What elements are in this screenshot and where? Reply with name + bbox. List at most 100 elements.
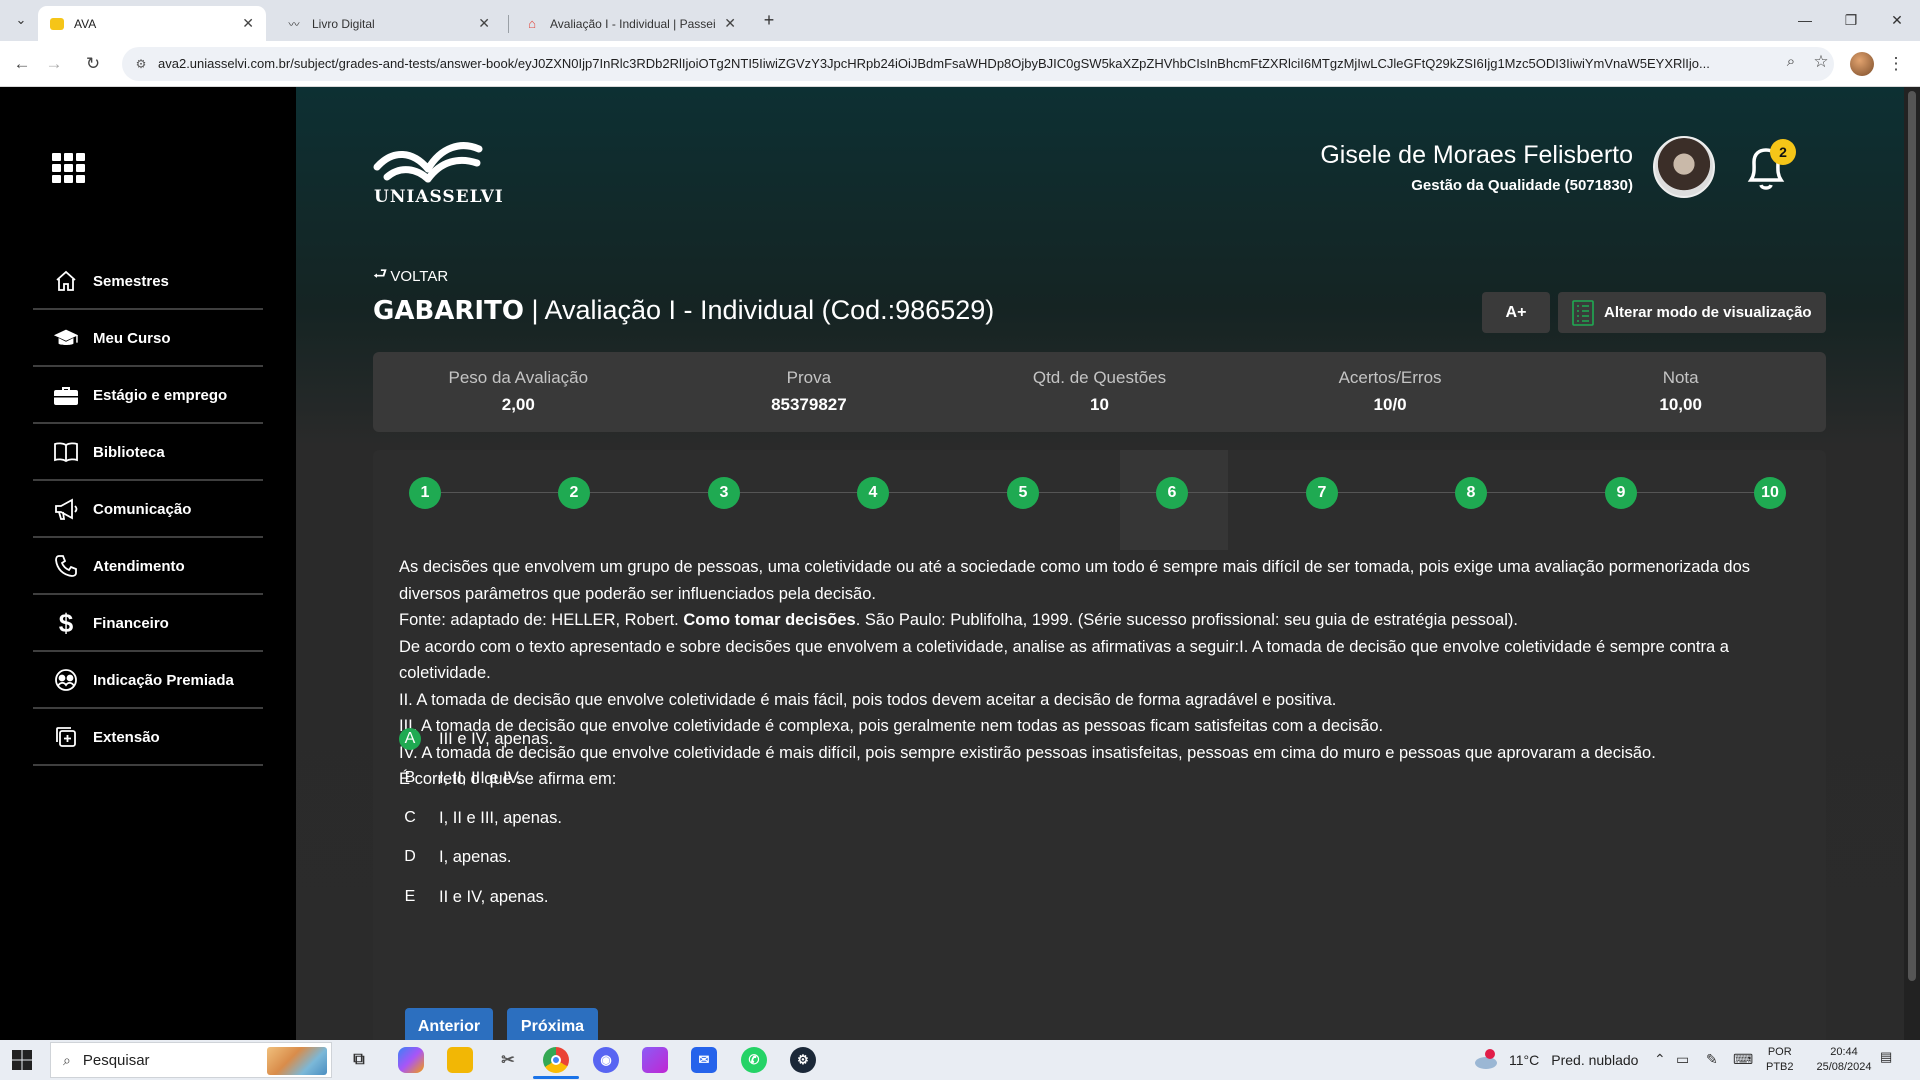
file-explorer-icon[interactable] [447, 1047, 473, 1073]
question-step-1[interactable]: 1 [409, 477, 441, 509]
option-c[interactable]: C I, II e III, apenas. [399, 803, 562, 833]
reload-icon[interactable]: ↻ [79, 50, 107, 78]
summary-exam: Prova 85379827 [664, 352, 955, 432]
option-a[interactable]: A III e IV, apenas. [399, 724, 553, 754]
sidebar-item-financeiro[interactable]: $ Financeiro [33, 596, 263, 652]
sidebar-item-indicacao[interactable]: Indicação Premiada [33, 653, 263, 709]
sidebar-item-estagio[interactable]: Estágio e emprego [33, 368, 263, 424]
site-info-icon[interactable]: ⚙ [133, 56, 149, 72]
question-step-4[interactable]: 4 [857, 477, 889, 509]
windows-start-icon[interactable] [10, 1048, 34, 1072]
course-name: Gestão da Qualidade (5071830) [1411, 177, 1633, 194]
back-link[interactable]: ⮐ VOLTAR [373, 263, 448, 290]
briefcase-icon [53, 382, 79, 408]
url-text[interactable]: ava2.uniasselvi.com.br/subject/grades-an… [158, 56, 1778, 71]
tab-passei-direto[interactable]: ⌂ Avaliação I - Individual | Passei Di ✕ [512, 6, 748, 41]
option-letter: E [404, 888, 416, 905]
tab-ava[interactable]: AVA ✕ [38, 6, 266, 41]
avatar[interactable] [1653, 136, 1715, 198]
home-icon [53, 268, 79, 294]
monitor-icon[interactable]: ▭ [1676, 1051, 1689, 1068]
question-step-5[interactable]: 5 [1007, 477, 1039, 509]
bookmark-star-icon[interactable]: ☆ [1810, 52, 1832, 74]
question-panel: 1 2 3 4 5 6 7 8 9 10 As decisões que env… [373, 450, 1826, 1070]
close-tab-icon[interactable]: ✕ [242, 15, 254, 32]
tab-search-button[interactable]: ⌄ [10, 9, 32, 31]
tab-bar: ⌄ AVA ✕ 〰 Livro Digital ✕ ⌂ Avaliação I … [0, 0, 1920, 41]
question-step-3[interactable]: 3 [708, 477, 740, 509]
discord-icon[interactable]: ◉ [593, 1047, 619, 1073]
mail-icon[interactable]: ✉ [691, 1047, 717, 1073]
keyboard-icon[interactable]: ⌨ [1733, 1051, 1753, 1068]
chrome-icon[interactable] [543, 1047, 569, 1073]
question-step-10[interactable]: 10 [1754, 477, 1786, 509]
snipping-icon[interactable]: ✂ [495, 1047, 521, 1073]
megaphone-icon [53, 496, 79, 522]
option-b[interactable]: B I, II, III e IV. [399, 763, 522, 793]
close-tab-icon[interactable]: ✕ [724, 15, 736, 32]
minimize-button[interactable]: — [1790, 8, 1820, 32]
new-tab-button[interactable]: + [758, 8, 780, 32]
zoom-icon[interactable]: ⌕ [1780, 53, 1802, 75]
option-e[interactable]: E II e IV, apenas. [399, 882, 549, 912]
dollar-icon: $ [58, 607, 74, 638]
task-view-icon[interactable]: ⧉ [346, 1047, 372, 1073]
tab-divider [508, 15, 509, 33]
profile-avatar[interactable] [1850, 52, 1874, 76]
notification-center-icon[interactable]: ▤ [1880, 1049, 1900, 1071]
question-step-9[interactable]: 9 [1605, 477, 1637, 509]
referral-icon [53, 667, 79, 693]
chevron-up-icon[interactable]: ⌃ [1654, 1051, 1666, 1068]
language-indicator[interactable]: POR PTB2 [1766, 1045, 1794, 1075]
sidebar-item-meu-curso[interactable]: Meu Curso [33, 311, 263, 367]
clapper-icon[interactable] [642, 1047, 668, 1073]
question-step-6[interactable]: 6 [1156, 477, 1188, 509]
weather-temp: 11°C [1509, 1052, 1540, 1068]
scrollbar-thumb[interactable] [1908, 91, 1916, 981]
copilot-icon[interactable] [398, 1047, 424, 1073]
option-d[interactable]: D I, apenas. [399, 842, 511, 872]
restore-button[interactable]: ❐ [1836, 8, 1866, 32]
question-progress-line [425, 492, 1775, 493]
phone-icon [53, 553, 79, 579]
back-label: VOLTAR [390, 268, 449, 285]
whatsapp-icon[interactable]: ✆ [741, 1047, 767, 1073]
search-icon: ⌕ [63, 1051, 71, 1068]
keyboard-layout: PTB2 [1766, 1061, 1794, 1073]
ava-favicon-icon [50, 17, 64, 30]
system-clock[interactable]: 20:44 25/08/2024 [1814, 1045, 1874, 1075]
font-size-button[interactable]: A+ [1482, 292, 1550, 333]
summary-value: 85379827 [771, 395, 847, 414]
question-source: Fonte: adaptado de: HELLER, Robert. Como… [399, 607, 1809, 634]
sidebar-item-semestres[interactable]: Semestres [33, 254, 263, 310]
page-title: GABARITO | Avaliação I - Individual (Cod… [373, 295, 994, 326]
forward-arrow-icon[interactable]: → [40, 50, 68, 78]
sidebar-item-biblioteca[interactable]: Biblioteca [33, 425, 263, 481]
question-step-2[interactable]: 2 [558, 477, 590, 509]
address-bar[interactable]: ⚙ ava2.uniasselvi.com.br/subject/grades-… [122, 47, 1834, 81]
sidebar-item-label: Estágio e emprego [93, 386, 228, 404]
browser-menu-icon[interactable]: ⋮ [1886, 50, 1906, 78]
close-tab-icon[interactable]: ✕ [478, 15, 490, 32]
weather-widget[interactable]: 11°C Pred. nublado [1473, 1048, 1638, 1072]
extension-icon [53, 724, 79, 750]
apps-grid-icon[interactable] [52, 153, 86, 183]
page-scrollbar[interactable] [1904, 87, 1920, 1040]
taskbar-search[interactable]: ⌕ Pesquisar [50, 1042, 332, 1078]
pen-icon[interactable]: ✎ [1706, 1051, 1718, 1068]
steam-icon[interactable]: ⚙ [790, 1047, 816, 1073]
question-step-8[interactable]: 8 [1455, 477, 1487, 509]
summary-weight: Peso da Avaliação 2,00 [373, 352, 664, 432]
sidebar-item-label: Atendimento [93, 557, 185, 575]
browser-toolbar: ← → ↻ ⚙ ava2.uniasselvi.com.br/subject/g… [0, 41, 1920, 87]
close-window-button[interactable]: ✕ [1882, 8, 1912, 32]
tab-livro-digital[interactable]: 〰 Livro Digital ✕ [274, 6, 502, 41]
clock-time: 20:44 [1830, 1046, 1858, 1058]
option-letter: A [399, 728, 421, 750]
change-view-button[interactable]: Alterar modo de visualização [1558, 292, 1826, 333]
sidebar-item-atendimento[interactable]: Atendimento [33, 539, 263, 595]
back-arrow-icon[interactable]: ← [8, 50, 36, 78]
sidebar-item-comunicacao[interactable]: Comunicação [33, 482, 263, 538]
sidebar-item-extensao[interactable]: Extensão [33, 710, 263, 766]
question-step-7[interactable]: 7 [1306, 477, 1338, 509]
